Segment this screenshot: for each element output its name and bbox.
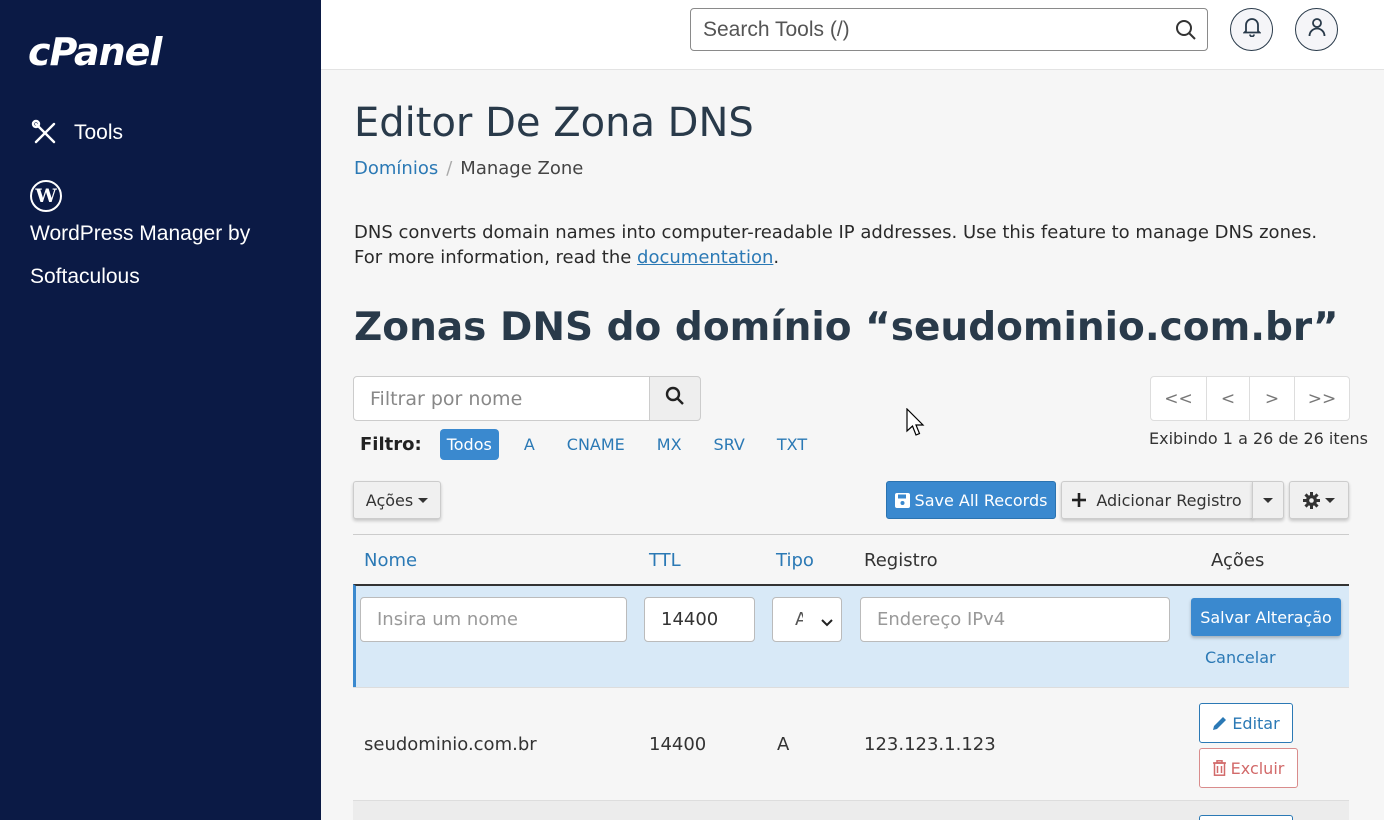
bell-icon — [1241, 17, 1262, 42]
save-change-button[interactable]: Salvar Alteração — [1191, 598, 1341, 636]
actions-dropdown-button[interactable]: Ações — [353, 481, 441, 519]
record-value: 123.123.1.123 — [864, 734, 996, 755]
add-record-button[interactable]: Adicionar Registro — [1061, 481, 1253, 519]
record-name: seudominio.com.br — [364, 734, 537, 755]
column-header-name[interactable]: Nome — [364, 550, 417, 571]
save-all-label: Save All Records — [914, 490, 1048, 510]
sidebar-item-wordpress[interactable]: W WordPress Manager by Softaculous — [30, 180, 300, 298]
search-icon[interactable] — [1175, 19, 1197, 46]
table-header: Nome TTL Tipo Registro Ações — [353, 534, 1349, 584]
edit-label: Editar — [1232, 713, 1280, 733]
sidebar-item-label: WordPress Manager by Softaculous — [30, 222, 251, 288]
last-page-button[interactable]: >> — [1295, 377, 1349, 420]
pagination: << < > >> — [1150, 376, 1350, 421]
edit-record-button[interactable] — [1199, 815, 1293, 820]
filter-chip-srv[interactable]: SRV — [707, 429, 752, 460]
notifications-button[interactable] — [1230, 8, 1273, 51]
table-row — [353, 800, 1349, 820]
filter-label: Filtro: — [360, 434, 422, 455]
sidebar-item-label: Tools — [74, 121, 124, 144]
tools-icon — [30, 118, 60, 148]
type-select[interactable]: A — [772, 597, 842, 642]
table-row: seudominio.com.br 14400 A 123.123.1.123 … — [353, 687, 1349, 800]
new-record-row: Insira um nome 14400 A Endereço IPv4 Sal… — [353, 584, 1349, 687]
breadcrumb-domains-link[interactable]: Domínios — [354, 158, 438, 179]
actions-label: Ações — [365, 490, 414, 510]
page-title: Editor De Zona DNS — [354, 100, 754, 146]
filter-chip-txt[interactable]: TXT — [770, 429, 814, 460]
search-tools[interactable] — [690, 8, 1208, 51]
add-record-dropdown-toggle[interactable] — [1252, 481, 1284, 519]
dns-records-table: Nome TTL Tipo Registro Ações Insira um n… — [353, 534, 1349, 820]
filter-by-name[interactable] — [353, 376, 650, 421]
search-icon — [665, 386, 685, 411]
edit-record-button[interactable]: Editar — [1199, 703, 1293, 743]
gear-icon — [1303, 491, 1320, 509]
breadcrumb: Domínios / Manage Zone — [354, 158, 583, 179]
page-description: DNS converts domain names into computer-… — [354, 220, 1344, 270]
sidebar: cPanel Tools W WordPress Manager by Soft… — [0, 0, 321, 820]
breadcrumb-separator: / — [446, 158, 453, 179]
next-page-button[interactable]: > — [1250, 377, 1295, 420]
add-record-label: Adicionar Registro — [1096, 490, 1242, 510]
save-icon — [894, 492, 910, 508]
user-menu-button[interactable] — [1295, 8, 1338, 51]
settings-dropdown-button[interactable] — [1289, 481, 1349, 519]
filter-chip-a[interactable]: A — [517, 429, 542, 460]
documentation-link[interactable]: documentation — [637, 247, 773, 268]
trash-icon — [1212, 760, 1226, 776]
column-header-record: Registro — [864, 550, 938, 571]
caret-down-icon — [1263, 497, 1273, 503]
pencil-icon — [1212, 716, 1227, 731]
column-header-type[interactable]: Tipo — [776, 550, 814, 571]
type-filter: Filtro: Todos A CNAME MX SRV TXT — [360, 429, 832, 460]
filter-search-button[interactable] — [649, 376, 701, 421]
delete-label: Excluir — [1230, 758, 1285, 778]
cpanel-logo[interactable]: cPanel — [28, 30, 162, 74]
description-text: DNS converts domain names into computer-… — [354, 222, 1318, 268]
record-value-field[interactable]: Endereço IPv4 — [860, 597, 1170, 642]
filter-chip-todos[interactable]: Todos — [439, 429, 499, 460]
mouse-cursor-icon — [906, 407, 926, 443]
sidebar-item-tools[interactable]: Tools — [30, 118, 123, 148]
chevron-down-icon — [821, 614, 833, 632]
cancel-link[interactable]: Cancelar — [1205, 648, 1276, 667]
save-all-records-button[interactable]: Save All Records — [886, 481, 1056, 519]
topbar — [321, 0, 1384, 70]
ttl-field[interactable]: 14400 — [644, 597, 755, 642]
record-ttl: 14400 — [649, 734, 707, 755]
filter-chip-cname[interactable]: CNAME — [560, 429, 632, 460]
wordpress-icon: W — [30, 180, 62, 212]
pagination-status: Exibindo 1 a 26 de 26 itens — [1149, 429, 1368, 448]
caret-down-icon — [1325, 497, 1335, 503]
record-type: A — [777, 734, 790, 755]
filter-chip-mx[interactable]: MX — [650, 429, 689, 460]
filter-input[interactable] — [354, 377, 649, 420]
search-input[interactable] — [691, 9, 1161, 50]
plus-icon — [1072, 493, 1087, 507]
name-field[interactable]: Insira um nome — [360, 597, 627, 642]
breadcrumb-current: Manage Zone — [460, 158, 584, 179]
description-end: . — [773, 247, 780, 268]
type-select-value: A — [795, 609, 803, 630]
column-header-ttl[interactable]: TTL — [649, 550, 681, 571]
caret-down-icon — [418, 497, 429, 503]
column-header-actions: Ações — [1211, 550, 1265, 571]
delete-record-button[interactable]: Excluir — [1199, 748, 1298, 788]
zone-title: Zonas DNS do domínio “seudominio.com.br” — [354, 305, 1339, 350]
prev-page-button[interactable]: < — [1207, 377, 1250, 420]
user-icon — [1308, 17, 1326, 42]
first-page-button[interactable]: << — [1151, 377, 1207, 420]
